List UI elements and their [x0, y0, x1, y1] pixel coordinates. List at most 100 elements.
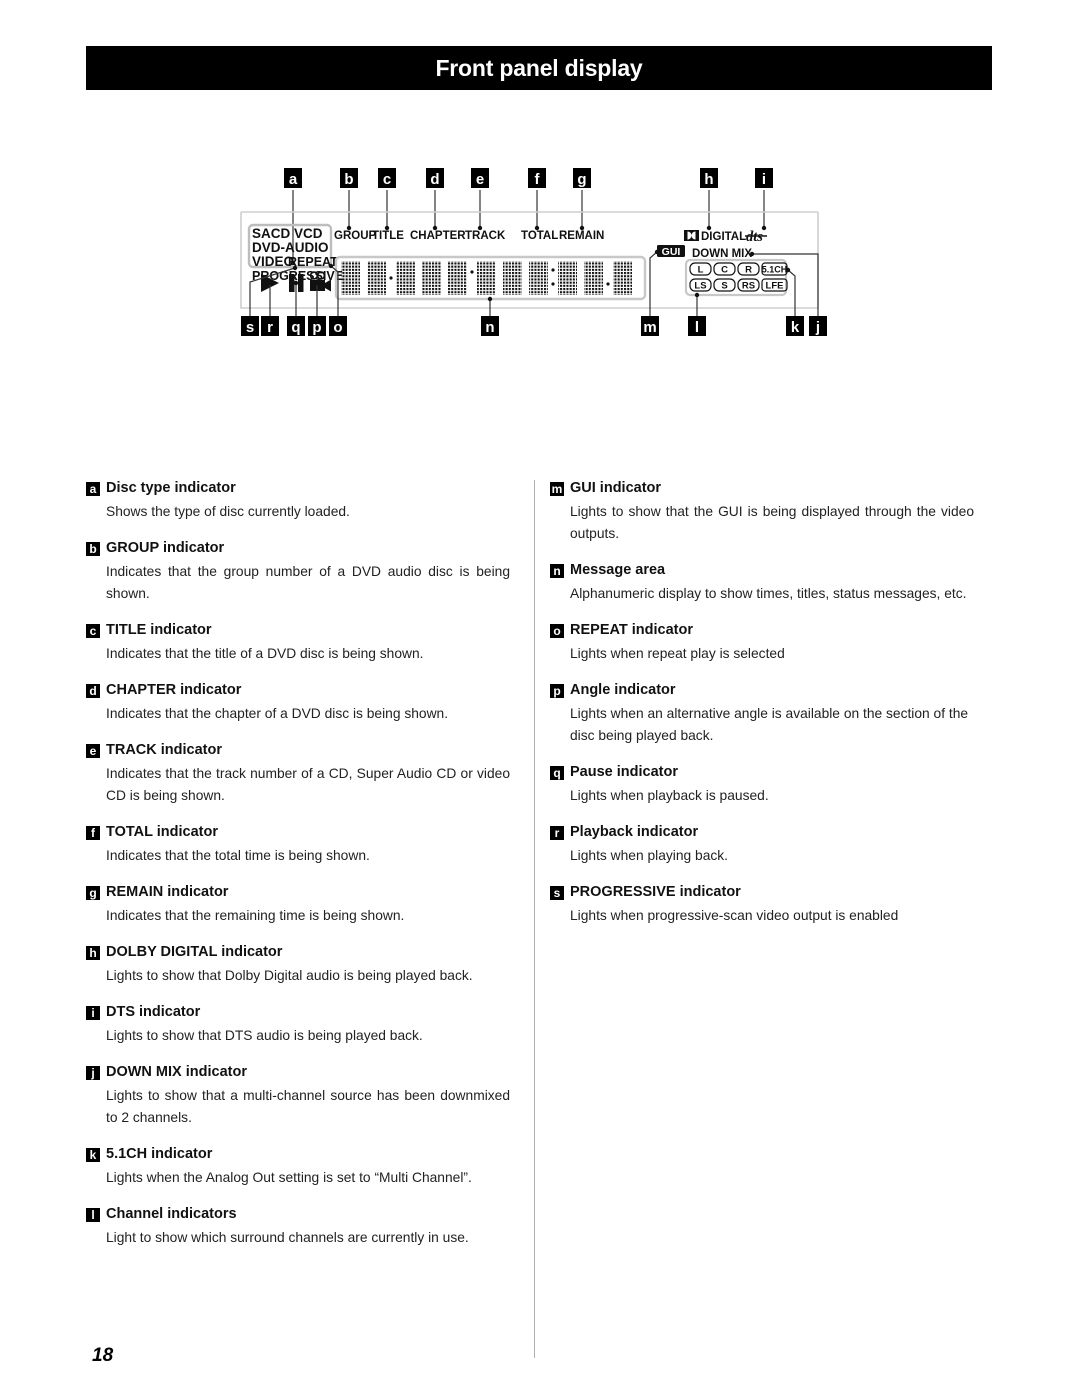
message-area-cells [341, 261, 632, 295]
entry-marker: i [86, 1006, 100, 1020]
column-divider [534, 480, 535, 1358]
diagram-marker-g: g [573, 168, 591, 231]
remain-label: REMAIN [559, 230, 604, 242]
channel-s: S [721, 281, 727, 292]
entry-disc-type-indicator: a Disc type indicator Shows the type of … [86, 480, 514, 523]
entry-total-indicator: f TOTAL indicator Indicates that the tot… [86, 824, 514, 867]
entry-dts-indicator: i DTS indicator Lights to show that DTS … [86, 1004, 514, 1047]
entry-head: s PROGRESSIVE indicator [550, 884, 978, 901]
group-label: GROUP [334, 230, 377, 242]
entry-body: Lights to show that Dolby Digital audio … [106, 968, 473, 983]
entry-progressive-indicator: s PROGRESSIVE indicator Lights when prog… [550, 884, 978, 927]
entry-title: PROGRESSIVE indicator [570, 884, 741, 900]
entry-marker: b [86, 542, 100, 556]
entry-title: REMAIN indicator [106, 884, 229, 900]
entry-body: Lights when playback is paused. [570, 788, 769, 803]
entry-pause-indicator: q Pause indicator Lights when playback i… [550, 764, 978, 807]
entry-marker: d [86, 684, 100, 698]
entry-title: CHAPTER indicator [106, 682, 242, 698]
entry-head: f TOTAL indicator [86, 824, 514, 841]
disc-type-sacd-vcd: SACD VCD [252, 226, 323, 241]
dolby-digital-indicator-group: DIGITAL [684, 230, 746, 243]
diagram-marker-e: e [471, 168, 489, 231]
entry-title: DOWN MIX indicator [106, 1064, 247, 1080]
gui-indicator-group: GUI [657, 245, 685, 258]
diagram-marker-c: c [378, 168, 396, 231]
entry-body: Lights when the Analog Out setting is se… [106, 1170, 472, 1185]
entry-marker: r [550, 826, 564, 840]
entry-marker: m [550, 482, 564, 496]
entry-body: Lights to show that the GUI is being dis… [570, 504, 974, 541]
channel-ls: LS [694, 281, 706, 292]
svg-text:g: g [577, 171, 586, 188]
diagram-marker-k: k [786, 316, 804, 336]
diagram-marker-p: p [308, 316, 326, 336]
entry-head: e TRACK indicator [86, 742, 514, 759]
channel-c: C [721, 265, 728, 276]
message-area-group [334, 255, 647, 301]
entry-body: Indicates that the chapter of a DVD disc… [106, 706, 449, 721]
entry-title: GUI indicator [570, 480, 662, 496]
entry-body: Indicates that the total time is being s… [106, 848, 370, 863]
entry-head: i DTS indicator [86, 1004, 514, 1021]
front-panel-display-diagram: a b c d e f g h i SACD VCD DVD-AUDIO VID… [0, 0, 1080, 480]
entry-title-indicator: c TITLE indicator Indicates that the tit… [86, 622, 514, 665]
entry-title: Pause indicator [570, 764, 678, 780]
diagram-marker-o: o [329, 316, 347, 336]
diagram-marker-r: r [261, 316, 279, 336]
entry-marker: o [550, 624, 564, 638]
entry-title: 5.1CH indicator [106, 1146, 213, 1162]
svg-text:n: n [485, 319, 494, 336]
entry-head: b GROUP indicator [86, 540, 514, 557]
svg-text:s: s [246, 319, 254, 336]
entry-message-area: n Message area Alphanumeric display to s… [550, 562, 978, 605]
diagram-marker-l: l [688, 316, 706, 336]
svg-text:h: h [704, 171, 713, 188]
diagram-marker-n: n [481, 316, 499, 336]
title-label: TITLE [372, 230, 404, 242]
entry-body: Indicates that the track number of a CD,… [106, 766, 510, 803]
entry-marker: f [86, 826, 100, 840]
entry-title: GROUP indicator [106, 540, 225, 556]
indicator-descriptions: a Disc type indicator Shows the type of … [86, 480, 992, 1358]
channel-row-1: L C R 5.1CH [689, 262, 788, 276]
entry-title: Message area [570, 562, 666, 578]
dts-indicator-group: dts [745, 229, 767, 245]
channel-lfe: LFE [766, 281, 784, 292]
disc-type-dvd-audio: DVD-AUDIO [252, 240, 329, 255]
mode-labels: GROUP TITLE CHAPTER TRACK TOTAL REMAIN [334, 230, 604, 242]
entry-body: Lights to show that DTS audio is being p… [106, 1028, 423, 1043]
channel-51ch: 5.1CH [762, 265, 788, 275]
entry-marker: p [550, 684, 564, 698]
entry-head: l Channel indicators [86, 1206, 514, 1223]
diagram-marker-b: b [340, 168, 358, 231]
entry-marker: h [86, 946, 100, 960]
entry-body: Alphanumeric display to show times, titl… [570, 586, 967, 601]
entry-gui-indicator: m GUI indicator Lights to show that the … [550, 480, 978, 545]
diagram-marker-i: i [755, 168, 773, 231]
entry-title: Angle indicator [570, 682, 676, 698]
entry-head: k 5.1CH indicator [86, 1146, 514, 1163]
entry-head: j DOWN MIX indicator [86, 1064, 514, 1081]
entry-title: REPEAT indicator [570, 622, 693, 638]
svg-text:p: p [312, 319, 321, 336]
channel-r: R [745, 265, 752, 276]
entry-marker: c [86, 624, 100, 638]
entry-head: a Disc type indicator [86, 480, 514, 497]
entry-51ch-indicator: k 5.1CH indicator Lights when the Analog… [86, 1146, 514, 1189]
entry-head: d CHAPTER indicator [86, 682, 514, 699]
svg-text:m: m [643, 319, 656, 336]
entry-head: q Pause indicator [550, 764, 978, 781]
right-description-column: m GUI indicator Lights to show that the … [550, 480, 978, 944]
svg-text:c: c [383, 171, 391, 188]
entry-title: Disc type indicator [106, 480, 236, 496]
entry-body: Light to show which surround channels ar… [106, 1230, 469, 1245]
dts-label: dts [746, 229, 763, 245]
chapter-label: CHAPTER [410, 230, 466, 242]
diagram-marker-d: d [426, 168, 444, 231]
entry-head: r Playback indicator [550, 824, 978, 841]
entry-body: Lights when an alternative angle is avai… [570, 706, 969, 743]
entry-marker: a [86, 482, 100, 496]
down-mix-label: DOWN MIX [692, 248, 752, 260]
svg-text:q: q [291, 319, 300, 336]
